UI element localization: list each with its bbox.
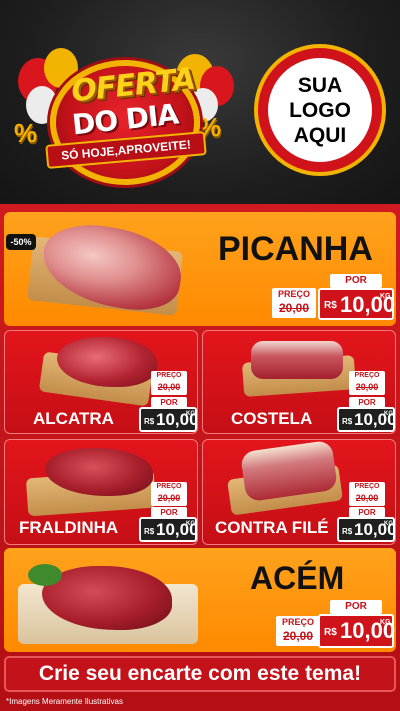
unit-label: KG: [380, 619, 391, 626]
product-card-picanha: PICANHA PREÇO 20,00 POR R$ 10,00 KG: [4, 212, 396, 326]
old-price-value: 20,00: [157, 382, 181, 392]
old-price-value: 20,00: [355, 382, 379, 392]
old-price-value: 20,00: [157, 493, 181, 503]
product-name: ACÉM: [250, 560, 345, 596]
unit-label: KG: [384, 521, 393, 527]
product-name: ALCATRA: [33, 409, 114, 428]
discount-badge: -50%: [6, 234, 36, 250]
old-price-label: PREÇO: [277, 289, 310, 299]
old-price-tag: PREÇO 20,00: [349, 371, 385, 395]
old-price-tag: PREÇO 20,00: [151, 371, 187, 395]
old-price-label: PREÇO: [156, 372, 182, 379]
current-price-tag: R$ 10,00 KG: [139, 517, 197, 542]
old-price-label: PREÇO: [354, 372, 380, 379]
currency-symbol: R$: [324, 300, 337, 311]
meat-image: [251, 341, 343, 379]
currency-symbol: R$: [144, 417, 155, 426]
old-price-tag: PREÇO 20,00: [272, 288, 316, 318]
por-label: POR: [330, 600, 382, 614]
unit-label: KG: [186, 521, 195, 527]
por-label: POR: [330, 274, 382, 288]
herb-garnish: [28, 564, 62, 586]
currency-symbol: R$: [324, 627, 337, 638]
unit-label: KG: [186, 411, 195, 417]
product-name: COSTELA: [231, 409, 313, 428]
old-price-label: PREÇO: [156, 483, 182, 490]
logo-text-line: SUA: [297, 73, 343, 97]
cta-banner[interactable]: Crie seu encarte com este tema!: [4, 656, 396, 692]
currency-symbol: R$: [342, 527, 353, 536]
current-price-tag: R$ 10,00 KG: [318, 288, 395, 320]
unit-label: KG: [384, 411, 393, 417]
header: % % OFERTA DO DIA SÓ HOJE,APROVEITE! SUA…: [0, 0, 400, 210]
current-price-tag: R$ 10,00 KG: [139, 407, 197, 432]
currency-symbol: R$: [144, 527, 155, 536]
old-price-tag: PREÇO 20,00: [349, 482, 385, 506]
product-card-acem: ACÉM PREÇO 20,00 POR R$ 10,00 KG: [4, 548, 396, 652]
old-price-label: PREÇO: [354, 483, 380, 490]
logo-text-line: AQUI: [293, 123, 347, 147]
product-name: FRALDINHA: [19, 518, 119, 537]
offer-emblem: OFERTA DO DIA SÓ HOJE,APROVEITE!: [20, 48, 230, 198]
product-card-costela: COSTELA PREÇO 20,00 POR R$ 10,00 KG: [202, 330, 396, 434]
current-price-tag: R$ 10,00 KG: [337, 517, 395, 542]
product-name: PICANHA: [218, 230, 373, 268]
logo-text-line: LOGO: [289, 98, 351, 122]
product-card-alcatra: ALCATRA PREÇO 20,00 POR R$ 10,00 KG: [4, 330, 198, 434]
old-price-value: 20,00: [282, 629, 314, 643]
currency-symbol: R$: [342, 417, 353, 426]
current-price-tag: R$ 10,00 KG: [337, 407, 395, 432]
product-name: CONTRA FILÉ: [215, 518, 329, 537]
product-card-contra-file: CONTRA FILÉ PREÇO 20,00 POR R$ 10,00 KG: [202, 439, 396, 545]
old-price-value: 20,00: [278, 301, 310, 315]
old-price-tag: PREÇO 20,00: [276, 616, 320, 646]
old-price-label: PREÇO: [281, 617, 314, 627]
old-price-value: 20,00: [355, 493, 379, 503]
product-card-fraldinha: FRALDINHA PREÇO 20,00 POR R$ 10,00 KG: [4, 439, 198, 545]
current-price-tag: R$ 10,00 KG: [318, 614, 395, 648]
unit-label: KG: [380, 293, 391, 300]
logo-placeholder: SUA LOGO AQUI: [254, 44, 386, 176]
old-price-tag: PREÇO 20,00: [151, 482, 187, 506]
disclaimer-text: *Imagens Meramente Ilustrativas: [6, 697, 123, 706]
